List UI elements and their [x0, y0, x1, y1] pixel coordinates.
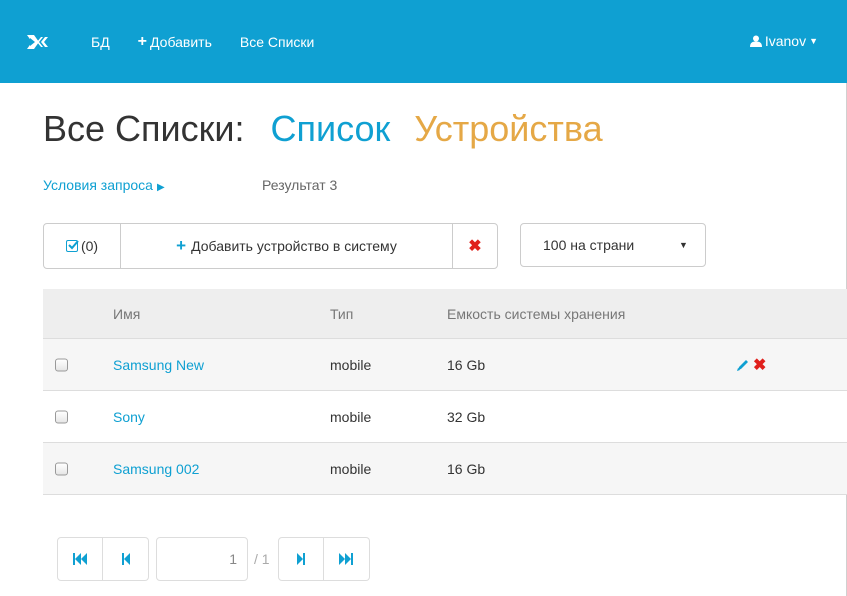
add-device-label: Добавить устройство в систему — [191, 238, 397, 254]
table-row: Sony mobile 32 Gb — [43, 391, 847, 443]
delete-icon[interactable]: ✖ — [753, 355, 766, 375]
devices-table: Имя Тип Емкость системы хранения Samsung… — [43, 289, 847, 495]
logo-icon[interactable] — [27, 24, 63, 60]
first-page-icon — [73, 553, 87, 565]
delete-selected-button[interactable]: ✖ — [452, 224, 497, 268]
title-entity: Устройства — [414, 108, 603, 149]
table-header: Имя Тип Емкость системы хранения — [43, 289, 847, 339]
row-checkbox[interactable] — [55, 358, 68, 371]
toolbar-button-group: (0) + Добавить устройство в систему ✖ — [43, 223, 498, 269]
device-capacity: 32 Gb — [447, 408, 486, 425]
next-page-icon — [296, 553, 305, 565]
nav-db[interactable]: БД — [91, 34, 110, 50]
per-page-value: 100 на страни — [543, 237, 635, 253]
page-title: Все Списки: Список Устройства — [43, 108, 603, 150]
device-capacity: 16 Gb — [447, 460, 486, 477]
last-page-button[interactable] — [323, 537, 370, 581]
device-name-link[interactable]: Samsung New — [113, 357, 204, 373]
query-conditions-label: Условия запроса — [43, 177, 153, 193]
plus-icon: + — [176, 236, 187, 255]
next-page-button[interactable] — [277, 537, 324, 581]
table-row: Samsung 002 mobile 16 Gb — [43, 443, 847, 495]
prev-page-icon — [121, 553, 130, 565]
query-conditions-link[interactable]: Условия запроса ▶ — [43, 177, 165, 193]
selected-count: (0) — [80, 238, 99, 254]
add-device-button[interactable]: + Добавить устройство в систему — [120, 224, 452, 268]
header-capacity[interactable]: Емкость системы хранения — [447, 306, 625, 322]
select-all-button[interactable]: (0) — [44, 224, 120, 268]
title-list-link[interactable]: Список — [271, 108, 391, 149]
header-type[interactable]: Тип — [330, 306, 353, 322]
device-name-link[interactable]: Samsung 002 — [113, 461, 199, 477]
user-name: Ivanov — [764, 33, 807, 49]
row-checkbox[interactable] — [55, 410, 68, 423]
title-prefix: Все Списки: — [43, 108, 245, 149]
chevron-down-icon: ▼ — [679, 240, 688, 250]
checkbox-checked-icon — [65, 240, 79, 252]
row-actions: ✖ — [736, 355, 766, 375]
last-page-icon — [339, 553, 354, 565]
close-icon: ✖ — [468, 238, 482, 255]
table-row: Samsung New mobile 16 Gb ✖ — [43, 339, 847, 391]
nav-all-lists[interactable]: Все Списки — [240, 34, 314, 50]
navbar-inner: БД + Добавить Все Списки — [27, 24, 314, 60]
row-checkbox[interactable] — [55, 462, 68, 475]
device-name-link[interactable]: Sony — [113, 409, 145, 425]
page-number-input[interactable]: 1 — [156, 537, 248, 581]
prev-page-button[interactable] — [103, 537, 149, 581]
device-type: mobile — [330, 408, 372, 425]
chevron-down-icon: ▼ — [809, 36, 818, 46]
nav-add[interactable]: + Добавить — [138, 33, 212, 51]
device-capacity: 16 Gb — [447, 356, 486, 373]
caret-right-icon: ▶ — [156, 182, 165, 193]
device-type: mobile — [330, 460, 372, 477]
user-icon — [749, 35, 762, 47]
per-page-select[interactable]: 100 на страни ▼ — [520, 223, 706, 267]
plus-icon: + — [137, 33, 148, 50]
first-page-button[interactable] — [57, 537, 103, 581]
header-name[interactable]: Имя — [113, 306, 140, 322]
result-count: Результат 3 — [262, 177, 338, 193]
pencil-icon[interactable] — [736, 358, 750, 372]
page-total: / 1 — [254, 551, 270, 567]
user-menu[interactable]: Ivanov ▼ — [749, 33, 818, 49]
navbar: БД + Добавить Все Списки Ivanov ▼ — [0, 0, 847, 83]
pagination: 1 / 1 — [57, 537, 370, 581]
device-type: mobile — [330, 356, 372, 373]
